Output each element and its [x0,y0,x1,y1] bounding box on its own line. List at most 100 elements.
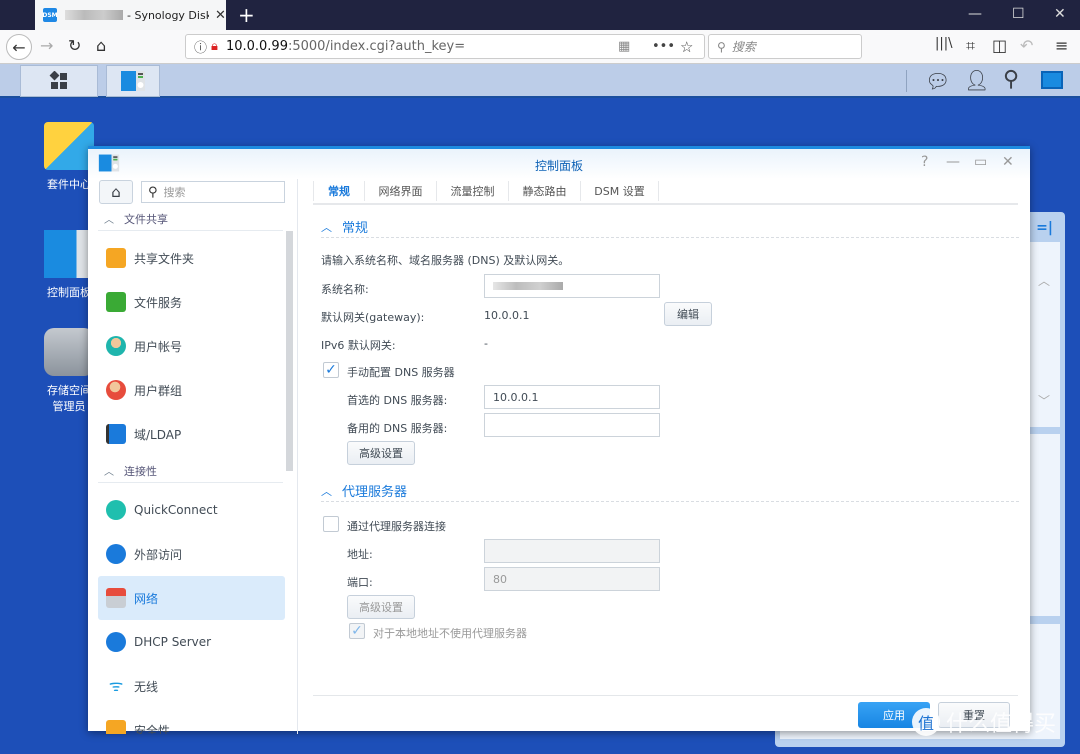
maximize-icon[interactable]: ▭ [974,154,987,170]
window-header[interactable]: 控制面板 ? — ▭ ✕ [88,149,1030,179]
sidebar-item-ldap[interactable]: 域/LDAP [98,412,285,456]
insecure-lock-icon: 🔒︎ [211,39,218,54]
back-button[interactable]: ← [6,34,32,60]
info-icon[interactable]: ⓘ [194,37,207,56]
sidebar-toggle-icon[interactable]: ◫ [992,36,1007,55]
widget-collapse-icon[interactable]: =| [1036,220,1053,236]
search-icon[interactable]: ⚲ [1003,67,1019,92]
edit-gateway-button[interactable]: 编辑 [664,302,712,326]
search-placeholder: 搜索 [731,40,756,54]
browser-tab[interactable]: DSM - Synology DiskS ✕ [35,0,226,30]
sidebar-item-file-services[interactable]: 文件服务 [98,280,285,324]
close-tab-icon[interactable]: ✕ [215,8,226,23]
chevron-up-icon: ︿ [104,215,114,226]
address-bar[interactable]: ⓘ 🔒︎ 10.0.0.99 :5000/index.cgi?auth_key=… [185,34,705,59]
home-button[interactable]: ⌂ [96,36,106,55]
main-menu-button[interactable] [20,65,98,97]
tab-title: - Synology DiskS [127,8,209,22]
sidebar-item-user[interactable]: 用户帐号 [98,324,285,368]
desktop-icon-label: 控制面板 [47,286,91,299]
tab-dsm-settings[interactable]: DSM 设置 [581,181,659,201]
section-header-file-sharing[interactable]: ︿ 文件共享 [98,207,283,231]
browser-titlebar: DSM - Synology DiskS ✕ + — ☐ ✕ [0,0,1080,30]
section-label: 连接性 [124,464,157,478]
forward-button[interactable]: → [40,36,53,55]
browser-search-input[interactable]: ⚲ 搜索 [708,34,862,59]
maximize-window-button[interactable]: ☐ [1012,6,1025,22]
bypass-local-checkbox[interactable]: ✓ [349,623,365,639]
preferred-dns-input[interactable]: 10.0.0.1 [484,385,660,409]
sidebar-item-external-access[interactable]: 外部访问 [98,532,285,576]
sidebar-item-label: DHCP Server [134,635,212,649]
preferred-dns-label: 首选的 DNS 服务器: [347,394,448,407]
dhcp-icon [106,632,126,652]
manual-dns-label: 手动配置 DNS 服务器 [347,366,455,379]
sidebar-item-label: 域/LDAP [134,427,182,442]
qr-code-icon[interactable]: ▦ [618,39,630,54]
home-button[interactable]: ⌂ [99,180,133,204]
chevron-up-icon: ︿ [321,220,332,234]
screenshot-icon[interactable]: ⌗ [966,36,975,56]
desktop-icon-label: 存储空间管理员 [47,384,91,413]
connect-via-proxy-checkbox[interactable] [323,516,339,532]
section-header-proxy[interactable]: ︿ 代理服务器 [321,480,1019,502]
proxy-port-input[interactable]: 80 [484,567,660,591]
user-icon[interactable]: 👤︎ [964,68,989,92]
control-panel-taskbar-button[interactable] [106,65,160,97]
help-icon[interactable]: ? [921,154,928,170]
library-icon[interactable]: |||\ [935,36,953,51]
dsm-taskbar: 💬︎ 👤︎ ⚲ [0,64,1080,98]
undo-icon[interactable]: ↶ [1020,36,1033,55]
control-panel-window: 控制面板 ? — ▭ ✕ ⌂ ⚲ 搜索 ︿ 文件共享 共享文件夹 文件服务 用户帐… [88,146,1030,734]
dns-advanced-settings-button[interactable]: 高级设置 [347,441,415,465]
tab-title-blurred [65,10,123,20]
sidebar-item-label: 用户群组 [134,383,183,398]
section-header-connectivity[interactable]: ︿ 连接性 [98,459,283,483]
sidebar-item-group[interactable]: 用户群组 [98,368,285,412]
manual-dns-checkbox[interactable]: ✓ [323,362,339,378]
scroll-up-icon[interactable]: ︿ [1038,272,1050,289]
storage-manager-icon [44,328,94,376]
reload-button[interactable]: ↻ [68,36,81,55]
proxy-address-input[interactable] [484,539,660,563]
minimize-window-button[interactable]: — [968,6,982,22]
system-name-input[interactable] [484,274,660,298]
sidebar-item-quickconnect[interactable]: QuickConnect [98,488,285,532]
gateway-value: 10.0.0.1 [484,309,530,322]
tab-general[interactable]: 常规 [313,181,365,201]
chat-icon[interactable]: 💬︎ [925,69,950,93]
sidebar-item-security[interactable]: 安全性 [98,708,285,734]
section-header-general[interactable]: ︿ 常规 [321,216,1019,238]
sidebar-item-wireless[interactable]: ᯤ 无线 [98,664,285,708]
url-host: 10.0.0.99 [225,39,288,54]
url-path: :5000/index.cgi?auth_key= [287,39,466,54]
tab-static-route[interactable]: 静态路由 [509,181,581,201]
watermark: 值 什么值得买 [912,706,1056,738]
menu-icon[interactable]: ≡ [1055,36,1068,55]
widget-icon[interactable] [1041,71,1063,89]
tab-network-interface[interactable]: 网络界面 [365,181,437,201]
close-icon[interactable]: ✕ [1002,154,1014,170]
sidebar-item-network[interactable]: 网络 [98,576,285,620]
window-title: 控制面板 [534,159,583,173]
sidebar-scrollbar[interactable] [286,231,293,471]
search-placeholder: 搜索 [163,186,186,199]
ipv6-gateway-value: - [484,337,488,350]
grid-menu-icon [49,71,67,89]
sidebar-item-dhcp-server[interactable]: DHCP Server [98,620,285,664]
sidebar-item-shared-folder[interactable]: 共享文件夹 [98,236,285,280]
section-label: 文件共享 [124,212,168,226]
main-content: 常规 网络界面 流量控制 静态路由 DSM 设置 ︿ 常规 请输入系统名称、域名服… [313,179,1030,734]
bookmark-star-icon[interactable]: ☆ [680,38,693,56]
new-tab-button[interactable]: + [238,3,255,27]
ipv6-gateway-label: IPv6 默认网关: [321,339,396,352]
minimize-icon[interactable]: — [946,154,960,170]
scroll-down-icon[interactable]: ﹀ [1038,392,1050,409]
alternate-dns-input[interactable] [484,413,660,437]
proxy-advanced-settings-button[interactable]: 高级设置 [347,595,415,619]
page-actions-icon[interactable]: ••• [652,39,675,54]
sidebar-search-input[interactable]: ⚲ 搜索 [141,181,285,203]
tab-traffic-control[interactable]: 流量控制 [437,181,509,201]
quickconnect-icon [106,500,126,520]
close-window-button[interactable]: ✕ [1054,6,1066,22]
